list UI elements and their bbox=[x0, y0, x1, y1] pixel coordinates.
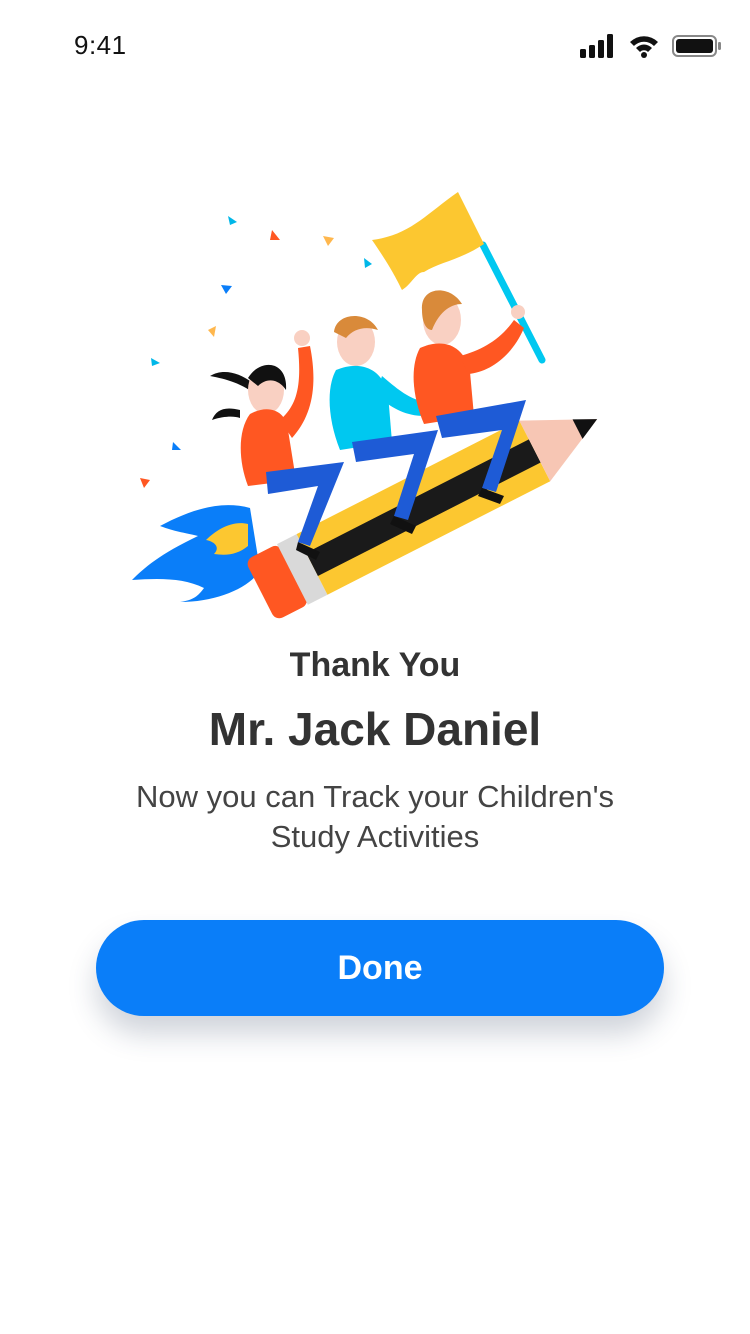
battery-icon bbox=[672, 35, 721, 57]
status-icons bbox=[580, 34, 722, 58]
signal-icon bbox=[580, 34, 613, 58]
status-bar: 9:41 bbox=[0, 0, 750, 90]
status-time: 9:41 bbox=[74, 30, 127, 60]
user-name: Mr. Jack Daniel bbox=[208, 703, 542, 755]
rocket-flame bbox=[132, 505, 260, 602]
confirmation-message: Now you can Track your Children's Study … bbox=[135, 779, 614, 854]
thank-you-heading: Thank You bbox=[289, 646, 461, 684]
pencil-rocket-illustration bbox=[132, 192, 598, 619]
wifi-icon bbox=[630, 36, 658, 58]
done-button[interactable]: Done bbox=[96, 920, 664, 1016]
